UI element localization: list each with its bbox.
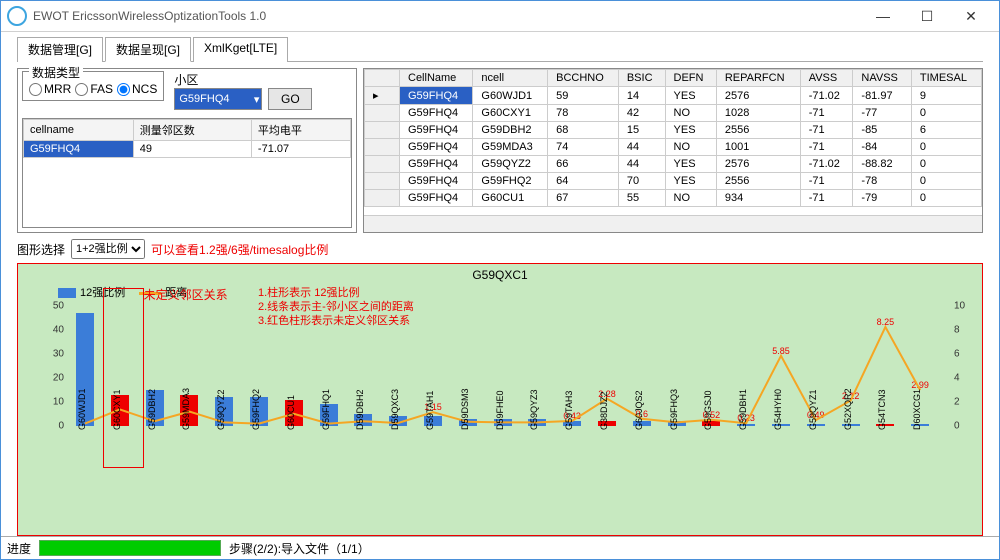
summary-table[interactable]: cellname测量邻区数平均电平 G59FHQ449-71.07	[23, 119, 351, 158]
go-button[interactable]: GO	[268, 88, 312, 110]
app-window: EWOT EricssonWirelessOptizationTools 1.0…	[0, 0, 1000, 560]
chart-area: G59QXC1 12强比例 距离 1.柱形表示 12强比例 2.线条表示主-邻小…	[17, 263, 983, 536]
x-tick-label: G59QYZ1	[808, 389, 834, 430]
x-tick-label: G54TCN3	[877, 389, 903, 430]
table-row[interactable]: G59FHQ4G59FHQ26470YES2556-71-780	[365, 173, 982, 190]
chevron-down-icon: ▾	[254, 93, 260, 106]
table-row[interactable]: G59FHQ4G59DBH26815YES2556-71-856	[365, 122, 982, 139]
x-tick-label: G52XQR2	[843, 388, 869, 430]
x-tick-label: G59TAH3	[564, 391, 590, 430]
table-row[interactable]: G59FHQ4G59QYZ26644YES2576-71.02-88.820	[365, 156, 982, 173]
x-tick-label: G60CU1	[286, 395, 312, 430]
maximize-button[interactable]: ☐	[905, 2, 949, 30]
progress-bar	[39, 540, 221, 556]
x-tick-label: G59DBH2	[147, 389, 173, 430]
x-tick-label: G60JQS2	[634, 390, 660, 430]
cell-label: 小区	[174, 71, 262, 88]
radio-fas[interactable]: FAS	[75, 82, 113, 96]
status-label: 进度	[7, 540, 31, 557]
app-logo-icon	[7, 6, 27, 26]
x-tick-label: D60XCG1	[912, 389, 938, 430]
titlebar: EWOT EricssonWirelessOptizationTools 1.0…	[1, 1, 999, 32]
minimize-button[interactable]: —	[861, 2, 905, 30]
undefined-neighbor-label: 未定义邻区关系	[144, 286, 228, 303]
x-tick-label: D59DSM3	[460, 388, 486, 430]
x-tick-label: G59FHQ1	[321, 389, 347, 430]
chart-select-label: 图形选择	[17, 241, 65, 258]
tab-data-manage[interactable]: 数据管理[G]	[17, 37, 103, 62]
chart-title: G59QXC1	[28, 268, 972, 282]
chart-select-hint: 可以查看1.2强/6强/timesalog比例	[151, 241, 328, 258]
x-tick-label: G59FHQ3	[669, 389, 695, 430]
grid-hscrollbar[interactable]	[364, 215, 982, 232]
table-row[interactable]: G59FHQ4G60CXY17842NO1028-71-770	[365, 105, 982, 122]
radio-ncs[interactable]: NCS	[117, 82, 157, 96]
x-tick-label: D59DBH2	[355, 389, 381, 430]
tab-xmlkget[interactable]: XmlKget[LTE]	[193, 37, 288, 62]
x-tick-label: G59DBH1	[738, 389, 764, 430]
x-tick-label: G38DJZ2	[599, 391, 625, 430]
x-tick-label: G59FHQ2	[251, 389, 277, 430]
window-title: EWOT EricssonWirelessOptizationTools 1.0	[33, 9, 861, 23]
table-row[interactable]: G59FHQ4G60CU16755NO934-71-790	[365, 190, 982, 207]
x-tick-label: G59MDA3	[181, 388, 207, 430]
x-tick-label: D59QXC3	[390, 389, 416, 430]
left-panel: 数据类型 MRR FAS NCS 小区 G59FHQ4▾ GO	[17, 68, 357, 233]
x-tick-label: D59FHE0	[495, 390, 521, 430]
fieldset-label: 数据类型	[29, 64, 83, 81]
table-row[interactable]: G59FHQ4G59MDA37444NO1001-71-840	[365, 139, 982, 156]
tab-data-present[interactable]: 数据呈现[G]	[105, 37, 191, 62]
main-tabs: 数据管理[G] 数据呈现[G] XmlKget[LTE]	[17, 36, 983, 62]
close-button[interactable]: ✕	[949, 2, 993, 30]
data-grid[interactable]: CellNamencellBCCHNOBSICDEFNREPARFCNAVSSN…	[363, 68, 983, 233]
x-tick-label: G60CXY1	[112, 389, 138, 430]
x-tick-label: G60WJD1	[77, 388, 103, 430]
x-tick-label: G59TAH1	[425, 391, 451, 430]
x-tick-label: G59QYZ2	[216, 389, 242, 430]
statusbar: 进度 步骤(2/2):导入文件（1/1）	[1, 536, 999, 559]
table-row[interactable]: ▸G59FHQ4G60WJD15914YES2576-71.02-81.979	[365, 87, 982, 105]
radio-mrr[interactable]: MRR	[29, 82, 71, 96]
x-tick-label: G54HYH0	[773, 389, 799, 430]
x-tick-label: G59QYZ3	[529, 389, 555, 430]
cell-combobox[interactable]: G59FHQ4▾	[174, 88, 262, 110]
x-tick-label: G59GSJ0	[703, 390, 729, 430]
chart-select[interactable]: 1+2强比例	[71, 239, 145, 259]
status-step: 步骤(2/2):导入文件（1/1）	[229, 540, 370, 557]
